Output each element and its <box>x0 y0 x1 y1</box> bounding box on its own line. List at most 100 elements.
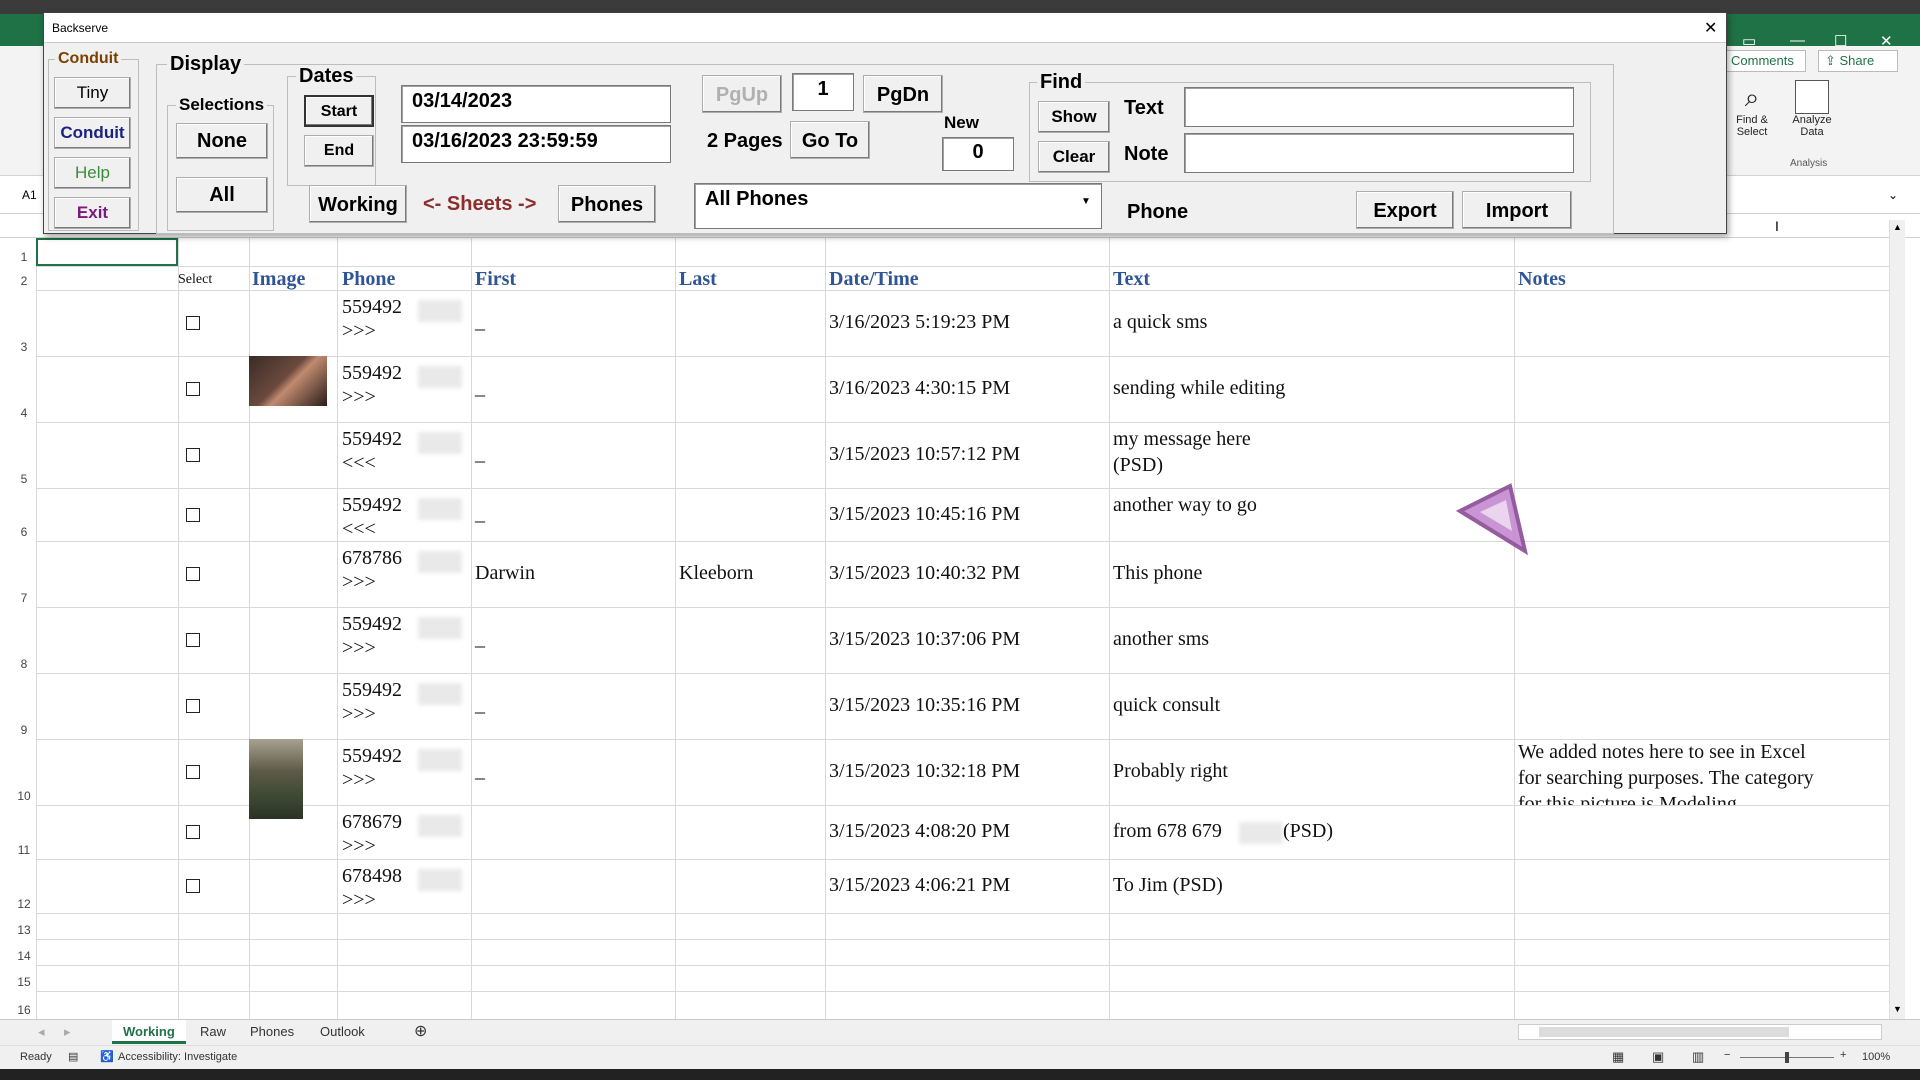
working-sheet-button[interactable]: Working <box>309 185 407 223</box>
conduit-button[interactable]: Conduit <box>54 117 131 149</box>
direction-cell: >>> <box>342 320 376 342</box>
datetime-cell: 3/15/2023 10:32:18 PM <box>829 760 1021 782</box>
find-note-input[interactable] <box>1184 133 1574 173</box>
page-number-field[interactable]: 1 <box>792 73 854 111</box>
select-checkbox[interactable] <box>186 507 200 522</box>
go-to-page-button[interactable]: Go To <box>790 121 870 159</box>
accessibility-status[interactable]: Accessibility: Investigate <box>118 1051 237 1063</box>
page-down-button[interactable]: PgDn <box>863 75 943 113</box>
scroll-down-icon[interactable]: ▼ <box>1893 1004 1902 1014</box>
start-date-button[interactable]: Start <box>304 95 374 127</box>
analyze-data-label: Analyze Data <box>1792 114 1832 138</box>
vertical-scrollbar[interactable]: ▲ ▼ <box>1889 220 1905 1019</box>
find-clear-button[interactable]: Clear <box>1038 141 1110 173</box>
row-header[interactable]: 1 <box>12 250 36 264</box>
phone-cell: 559492 <box>342 679 402 701</box>
row-header[interactable]: 9 <box>12 723 36 737</box>
row-header[interactable]: 10 <box>12 789 36 803</box>
notes-cell-line1: We added notes here to see in Excel <box>1518 741 1806 763</box>
tab-phones[interactable]: Phones <box>250 1024 294 1039</box>
worksheet-grid[interactable]: 1 2 3 4 5 6 7 8 9 10 11 12 13 14 15 16 Select Image Pho… <box>12 238 1889 1019</box>
macro-record-icon[interactable]: ▤ <box>68 1050 78 1063</box>
phone-cell: 678786 <box>342 547 402 569</box>
select-checkbox[interactable] <box>186 879 200 893</box>
row-header[interactable]: 13 <box>12 923 36 937</box>
datetime-cell: 3/15/2023 4:08:20 PM <box>829 820 1011 842</box>
select-checkbox[interactable] <box>186 699 200 713</box>
row-header[interactable]: 8 <box>12 657 36 671</box>
share-button[interactable]: ⇪ Share <box>1818 50 1898 72</box>
tab-scroll-left-icon[interactable]: ◂ <box>38 1024 45 1040</box>
horizontal-scroll-thumb[interactable] <box>1539 1027 1789 1037</box>
horizontal-scrollbar[interactable] <box>1518 1024 1882 1040</box>
select-all-button[interactable]: All <box>176 177 268 213</box>
selected-cell[interactable] <box>36 238 178 266</box>
phones-sheet-button[interactable]: Phones <box>558 185 656 223</box>
help-button[interactable]: Help <box>54 157 131 189</box>
tab-raw[interactable]: Raw <box>200 1024 226 1039</box>
end-date-button[interactable]: End <box>304 135 374 167</box>
select-checkbox[interactable] <box>186 633 200 647</box>
row-header[interactable]: 6 <box>12 525 36 539</box>
add-sheet-icon[interactable]: ⊕ <box>414 1021 427 1041</box>
row-header[interactable]: 14 <box>12 949 36 963</box>
row-header[interactable]: 11 <box>12 843 36 857</box>
page-up-button[interactable]: PgUp <box>702 75 782 113</box>
select-checkbox[interactable] <box>186 316 200 330</box>
find-text-input[interactable] <box>1184 87 1574 127</box>
scroll-up-icon[interactable]: ▲ <box>1893 222 1902 232</box>
find-show-button[interactable]: Show <box>1038 101 1110 133</box>
row-header[interactable]: 4 <box>12 406 36 420</box>
tab-outlook[interactable]: Outlook <box>320 1024 365 1039</box>
dialog-close-icon[interactable]: ✕ <box>1704 18 1717 38</box>
exit-button[interactable]: Exit <box>54 197 131 229</box>
row-header[interactable]: 7 <box>12 591 36 605</box>
first-name-cell: _ <box>475 760 485 782</box>
name-box[interactable]: A1 <box>22 188 37 202</box>
end-date-field[interactable]: 03/16/2023 23:59:59 <box>401 125 671 163</box>
sheets-nav-label: <- Sheets -> <box>423 193 537 215</box>
phone-select[interactable]: All Phones ▼ <box>694 183 1102 229</box>
zoom-slider-thumb[interactable] <box>1785 1052 1789 1063</box>
sheet-tabs-bar: ◂ ▸ Working Raw Phones Outlook ⊕ <box>0 1019 1920 1045</box>
col-header-image: Image <box>252 268 306 290</box>
row-header[interactable]: 2 <box>12 274 36 288</box>
row-header[interactable]: 15 <box>12 975 36 989</box>
page-layout-icon[interactable]: ▣ <box>1652 1049 1664 1065</box>
page-break-icon[interactable]: ▥ <box>1692 1049 1704 1065</box>
zoom-out-icon[interactable]: − <box>1724 1049 1730 1061</box>
expand-formula-icon[interactable]: ⌄ <box>1888 188 1898 202</box>
row-gridline <box>36 290 1889 291</box>
select-none-button[interactable]: None <box>176 123 268 159</box>
select-checkbox[interactable] <box>186 765 200 779</box>
zoom-in-icon[interactable]: + <box>1840 1049 1846 1061</box>
zoom-slider[interactable] <box>1740 1052 1834 1063</box>
comments-button[interactable]: Comments <box>1726 50 1806 72</box>
select-checkbox[interactable] <box>186 567 200 581</box>
start-date-field[interactable]: 03/14/2023 <box>401 85 671 123</box>
row-header[interactable]: 16 <box>12 1003 36 1017</box>
tab-working[interactable]: Working <box>112 1020 186 1044</box>
tab-scroll-right-icon[interactable]: ▸ <box>64 1024 71 1040</box>
column-gridline <box>825 238 826 1019</box>
normal-view-icon[interactable]: ▦ <box>1612 1049 1624 1065</box>
row-header[interactable]: 3 <box>12 340 36 354</box>
backserve-dialog: Backserve ✕ Conduit Tiny Conduit Help Ex… <box>43 12 1727 234</box>
find-select-button[interactable]: ⌕ Find & Select <box>1726 82 1778 138</box>
col-header-select: Select <box>178 272 213 287</box>
select-checkbox[interactable] <box>186 382 200 396</box>
row-header[interactable]: 5 <box>12 472 36 486</box>
zoom-level[interactable]: 100% <box>1862 1051 1890 1063</box>
row-gridline <box>36 965 1889 966</box>
select-checkbox[interactable] <box>186 825 200 839</box>
select-checkbox[interactable] <box>186 448 200 462</box>
import-button[interactable]: Import <box>1462 191 1572 229</box>
tiny-button[interactable]: Tiny <box>54 77 131 109</box>
text-cell: quick consult <box>1113 694 1221 716</box>
analyze-data-button[interactable]: Analyze Data <box>1786 80 1838 138</box>
row-header[interactable]: 12 <box>12 897 36 911</box>
dropdown-arrow-icon[interactable]: ▼ <box>1081 196 1091 207</box>
contact-photo-thumbnail <box>249 739 303 819</box>
row-gridline <box>36 266 1889 267</box>
export-button[interactable]: Export <box>1356 191 1454 229</box>
